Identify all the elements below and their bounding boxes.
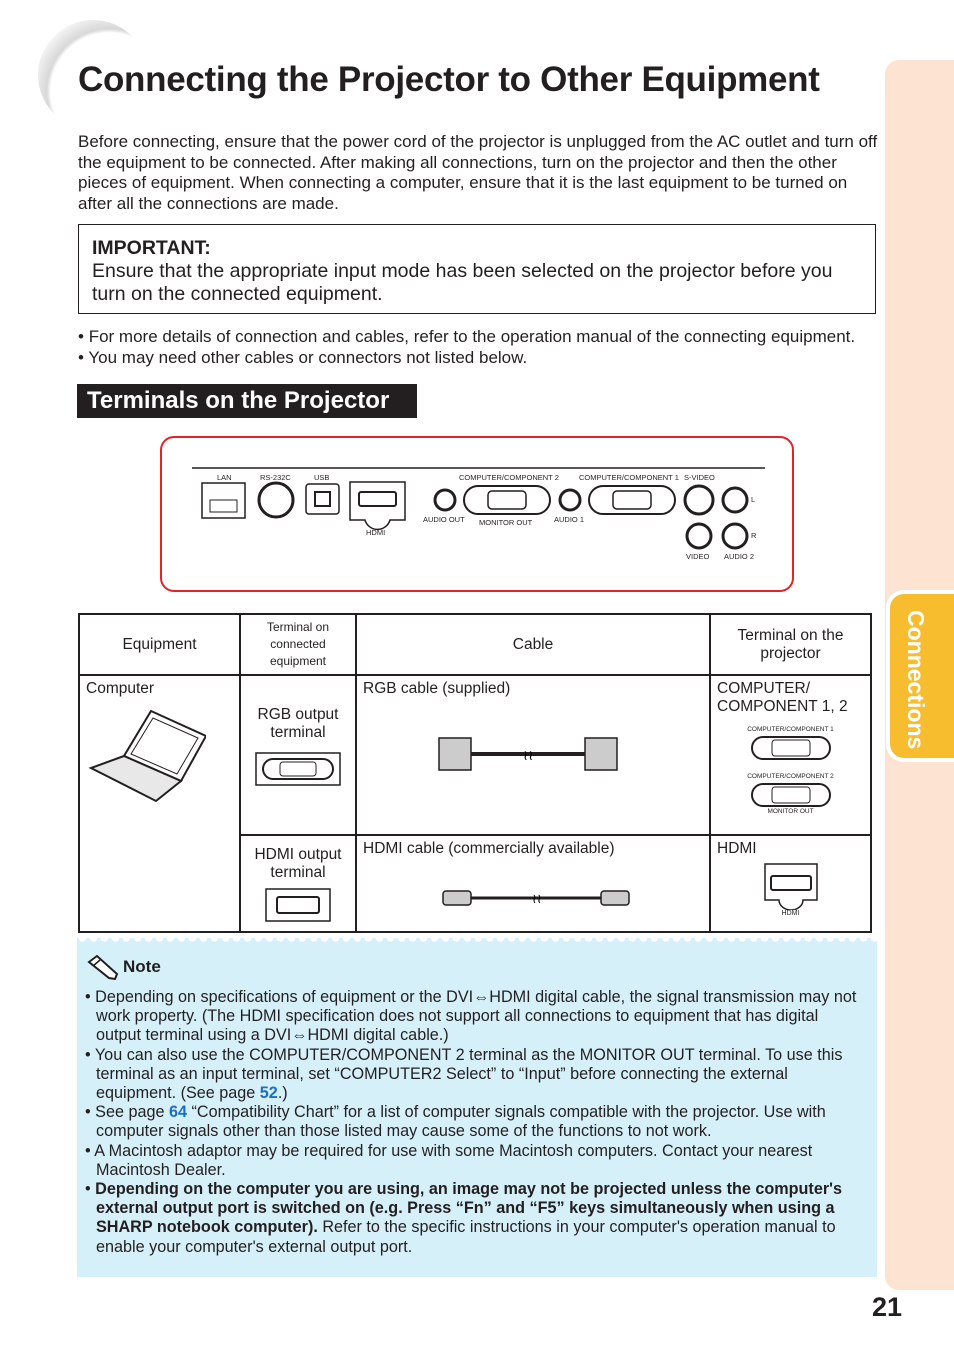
hdmi-port-inner [358,491,397,507]
label-audio-out: AUDIO OUT [423,515,465,524]
projector-rgb-cell: COMPUTER/ COMPONENT 1, 2 COMPUTER/COMPON… [709,674,872,836]
svg-text:≀≀: ≀≀ [523,747,534,763]
audio2-r-jack-icon [721,522,749,550]
label-cc2-port: COMPUTER/COMPONENT 2 [747,773,834,780]
header-equipment: Equipment [78,613,241,676]
note-title: Note [123,957,161,976]
important-text: Ensure that the appropriate input mode h… [92,260,833,305]
tab-label: Connections [903,610,929,750]
rgb-terminal-label: RGB output terminal [257,706,339,741]
rgb-cable-icon: ≀≀ [438,737,618,771]
table-row: Computer RGB output terminal RGB cable (… [78,674,872,933]
hdmi-terminal-label: HDMI output terminal [254,846,342,881]
note-box: Note Depending on specifications of equi… [77,938,877,1277]
important-box: IMPORTANT: Ensure that the appropriate i… [78,224,876,314]
projector-hdmi-cell: HDMI HDMI [709,834,872,933]
note-item: Depending on the computer you are using,… [85,1180,865,1257]
bullet-item: • You may need other cables or connector… [78,348,528,367]
equipment-name: Computer [86,680,155,697]
important-heading: IMPORTANT: [92,237,211,259]
label-monitor-out: MONITOR OUT [479,518,533,527]
vga-port-cc1-icon [750,736,831,760]
label-usb: USB [314,473,329,482]
header-cable: Cable [355,613,711,676]
projector-rgb-label: COMPUTER/ COMPONENT 1, 2 [717,680,848,715]
label-svideo: S-VIDEO [684,473,715,482]
page-link-64[interactable]: 64 [169,1103,187,1121]
equipment-cell: Computer [78,674,241,933]
label-l: L [751,495,755,504]
audio-out-jack-icon [433,488,457,512]
label-audio1: AUDIO 1 [554,515,584,524]
table-header-row: Equipment Terminal on connected equipmen… [78,613,872,676]
vga-port-cc1-inner [612,490,652,510]
label-r: R [751,531,757,540]
label-audio2: AUDIO 2 [724,552,754,561]
hdmi-cable-cell: HDMI cable (commercially available) ≀≀ [355,834,711,933]
dotted-edge [77,938,877,946]
hdmi-cable-label: HDMI cable (commercially available) [363,840,615,857]
hdmi-port-icon [763,863,818,910]
label-cc2: COMPUTER/COMPONENT 2 [459,473,559,482]
header-terminal-projector: Terminal on the projector [709,613,872,676]
rgb-cable-cell: RGB cable (supplied) ≀≀ [355,674,711,836]
audio2-l-jack-icon [721,486,749,514]
label-hdmi-port: HDMI [781,910,800,917]
connection-table: Equipment Terminal on connected equipmen… [78,613,872,933]
tab-connections[interactable]: Connections [886,590,954,762]
note-item: See page 64 “Compatibility Chart” for a … [85,1103,865,1141]
lan-port-inner [209,499,238,513]
label-hdmi: HDMI [366,528,385,537]
vga-port-cc2-icon [463,485,551,515]
vga-port-cc1-icon [588,485,676,515]
rs232c-port-icon [257,481,295,519]
audio1-jack-icon [558,488,582,512]
laptop-icon [88,709,208,803]
note-item: Depending on specifications of equipment… [85,988,865,1046]
note-item: A Macintosh adaptor may be required for … [85,1142,865,1180]
terminal-diagram: LAN RS-232C USB HDMI AUDIO OUT COMPUTER/… [192,467,765,561]
manual-page: Connections Connecting the Projector to … [0,0,954,1354]
svideo-port-icon [683,484,715,516]
note-heading: Note [85,954,161,980]
label-cc1-port: COMPUTER/COMPONENT 1 [747,726,834,733]
label-cc1: COMPUTER/COMPONENT 1 [579,473,679,482]
vga-port-cc2-inner [487,490,527,510]
label-rs232c: RS-232C [260,473,291,482]
usb-port-inner [314,491,331,507]
label-monitor-out-port: MONITOR OUT [767,808,814,815]
rgb-cable-label: RGB cable (supplied) [363,680,511,697]
projector-hdmi-label: HDMI [717,840,757,857]
bullet-list: • For more details of connection and cab… [78,326,888,368]
intro-text: Before connecting, ensure that the power… [78,132,878,213]
usb-port-icon [305,483,340,515]
note-item: You can also use the COMPUTER/COMPONENT … [85,1046,865,1104]
page-title: Connecting the Projector to Other Equipm… [78,60,820,99]
header-terminal-equipment: Terminal on connected equipment [239,613,357,676]
label-lan: LAN [217,473,232,482]
svg-text:≀≀: ≀≀ [532,891,542,906]
note-list: Depending on specifications of equipment… [85,988,865,1257]
label-video: VIDEO [686,552,710,561]
hdmi-terminal-cell: HDMI output terminal [239,834,357,933]
page-number: 21 [872,1292,903,1322]
hdmi-cable-icon: ≀≀ [442,890,630,906]
hdmi-port-icon [265,888,331,922]
video-jack-icon [685,522,713,550]
vga-port-cc2-icon [750,783,831,807]
section-title: Terminals on the Projector [77,384,417,418]
bullet-item: • For more details of connection and cab… [78,327,856,346]
rgb-terminal-cell: RGB output terminal [239,674,357,836]
vga-port-icon [255,752,341,786]
pencil-icon [87,954,119,980]
page-link-52[interactable]: 52 [260,1084,278,1102]
terminal-panel: LAN RS-232C USB HDMI AUDIO OUT COMPUTER/… [160,436,794,592]
